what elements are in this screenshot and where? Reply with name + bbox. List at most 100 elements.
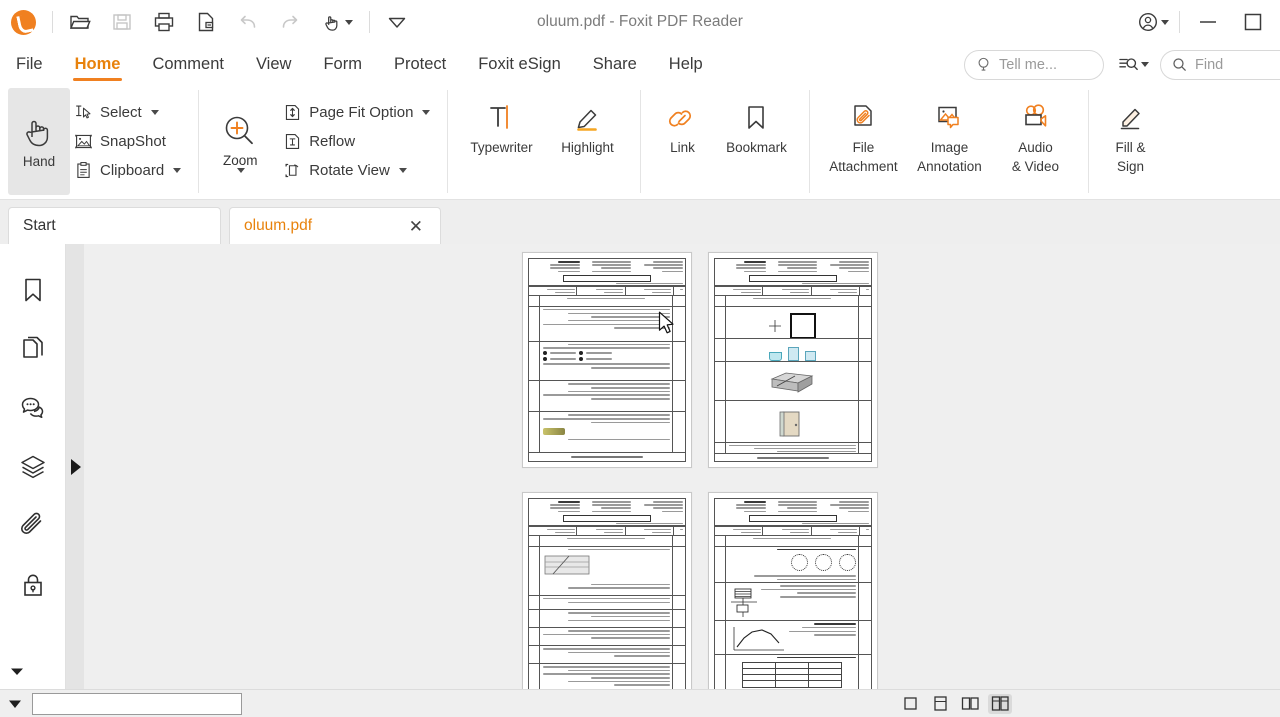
rotate-view-caret-icon bbox=[398, 168, 407, 173]
strata-figure bbox=[544, 555, 589, 574]
cylinder-figure bbox=[787, 346, 799, 361]
search-options-button[interactable] bbox=[1118, 55, 1149, 75]
highlight-button[interactable]: Highlight bbox=[544, 94, 630, 161]
question-row bbox=[715, 337, 871, 361]
pdf-page-1[interactable] bbox=[522, 252, 692, 468]
ribbon-separator-1 bbox=[198, 90, 200, 193]
continuous-layout-button[interactable] bbox=[928, 694, 952, 714]
menu-tab-home[interactable]: Home bbox=[59, 45, 137, 84]
navigation-pane-splitter[interactable] bbox=[66, 244, 84, 689]
account-button[interactable] bbox=[1132, 3, 1173, 41]
chevron-down-icon bbox=[11, 668, 23, 675]
menu-tab-foxit-esign[interactable]: Foxit eSign bbox=[462, 45, 577, 84]
tell-me-search-box[interactable]: Tell me... bbox=[964, 49, 1104, 80]
menu-tab-file[interactable]: File bbox=[0, 45, 59, 84]
file-attachment-button[interactable]: File Attachment bbox=[820, 94, 906, 180]
zoom-button[interactable]: Zoom bbox=[209, 88, 271, 195]
find-input[interactable]: Find bbox=[1160, 49, 1280, 80]
doc-tab-oluum-pdf-label: oluum.pdf bbox=[244, 217, 313, 234]
rotate-view-button[interactable]: Rotate View bbox=[279, 157, 437, 184]
typewriter-button[interactable]: Typewriter bbox=[458, 94, 544, 161]
image-annotation-button[interactable]: Image Annotation bbox=[906, 94, 992, 180]
status-collapse-icon[interactable] bbox=[8, 698, 22, 710]
clipboard-icon bbox=[77, 162, 90, 178]
search-options-icon bbox=[1119, 57, 1138, 70]
customize-toolbar-button[interactable] bbox=[376, 3, 418, 41]
rotate-view-icon bbox=[285, 163, 299, 178]
sidebar-item-security[interactable] bbox=[13, 565, 53, 605]
open-file-button[interactable] bbox=[59, 3, 101, 41]
ribbon-separator-4 bbox=[809, 90, 811, 193]
nav-more-panels-button[interactable] bbox=[6, 661, 28, 681]
sidebar-item-comments[interactable] bbox=[13, 388, 53, 428]
clipboard-button[interactable]: Clipboard bbox=[70, 157, 188, 184]
page-header-strip-2 bbox=[715, 286, 871, 295]
foxit-logo bbox=[0, 9, 46, 35]
pdf-viewer-area[interactable] bbox=[84, 244, 1280, 689]
sidebar-item-layers[interactable] bbox=[13, 447, 53, 487]
menu-tab-protect[interactable]: Protect bbox=[378, 45, 462, 84]
ribbon-group-insert: File Attachment Image Annotation Audio &… bbox=[820, 84, 1078, 199]
select-text-icon bbox=[76, 105, 91, 119]
reflow-button[interactable]: Reflow bbox=[279, 128, 437, 155]
save-file-button[interactable] bbox=[101, 3, 143, 41]
menu-tab-comment[interactable]: Comment bbox=[136, 45, 240, 84]
layers-icon bbox=[20, 455, 45, 479]
find-tools: Find bbox=[1118, 49, 1280, 80]
fill-and-sign-button[interactable]: Fill & Sign bbox=[1099, 94, 1161, 180]
hand-tool-button[interactable]: Hand bbox=[8, 88, 70, 195]
bookmark-button[interactable]: Bookmark bbox=[713, 94, 799, 161]
pdf-page-2[interactable] bbox=[708, 252, 878, 468]
snapshot-button[interactable]: SnapShot bbox=[70, 128, 188, 155]
pdf-page-4[interactable] bbox=[708, 492, 878, 689]
pdf-page-3[interactable] bbox=[522, 492, 692, 689]
ribbon-group-comment: Typewriter Highlight bbox=[458, 84, 630, 199]
table-header-row-1 bbox=[529, 294, 685, 306]
sidebar-item-bookmarks[interactable] bbox=[13, 270, 53, 310]
select-tool-button[interactable]: Select bbox=[70, 99, 188, 126]
reflow-icon bbox=[286, 134, 300, 149]
sidebar-item-pages[interactable] bbox=[13, 329, 53, 369]
reflow-label: Reflow bbox=[309, 133, 356, 150]
two-page-layout-button[interactable] bbox=[958, 694, 982, 714]
menu-tab-form[interactable]: Form bbox=[307, 45, 378, 84]
zoom-label: Zoom bbox=[222, 152, 258, 168]
maximize-button[interactable] bbox=[1230, 3, 1274, 41]
page-number-input[interactable] bbox=[32, 692, 242, 715]
typewriter-label: Typewriter bbox=[470, 140, 533, 155]
single-page-layout-button[interactable] bbox=[898, 694, 922, 714]
menu-tab-share[interactable]: Share bbox=[577, 45, 653, 84]
menu-right-tools: Tell me... Find bbox=[964, 45, 1280, 84]
redo-button[interactable] bbox=[269, 3, 311, 41]
question-row bbox=[529, 545, 685, 595]
snapshot-label: SnapShot bbox=[100, 133, 166, 150]
find-placeholder-text: Find bbox=[1195, 56, 1224, 73]
page-fit-option-button[interactable]: Page Fit Option bbox=[279, 99, 437, 126]
highlighter-icon bbox=[577, 109, 598, 131]
sidebar-item-attachments[interactable] bbox=[13, 506, 53, 546]
page-header-strip-3 bbox=[529, 526, 685, 535]
hand-tool-quick-button[interactable] bbox=[311, 3, 363, 41]
cylinder-figure bbox=[804, 350, 816, 361]
doc-tab-start[interactable]: Start bbox=[8, 207, 221, 244]
undo-button[interactable] bbox=[227, 3, 269, 41]
audio-video-button[interactable]: Audio & Video bbox=[992, 94, 1078, 180]
menu-tab-view[interactable]: View bbox=[240, 45, 307, 84]
two-page-continuous-layout-button[interactable] bbox=[988, 693, 1012, 714]
export-pdf-button[interactable] bbox=[185, 3, 227, 41]
folder-open-icon bbox=[69, 15, 91, 29]
menu-tab-help[interactable]: Help bbox=[653, 45, 719, 84]
atom-diagrams bbox=[790, 552, 856, 573]
question-row bbox=[529, 594, 685, 610]
ribbon-group-links: Link Bookmark bbox=[651, 84, 799, 199]
doc-tab-oluum-pdf[interactable]: oluum.pdf ✕ bbox=[229, 207, 441, 244]
foxit-pdf-reader-window: oluum.pdf - Foxit PDF Reader File Home C… bbox=[0, 0, 1280, 717]
print-button[interactable] bbox=[143, 3, 185, 41]
close-tab-icon[interactable]: ✕ bbox=[406, 216, 426, 237]
image-annotation-icon bbox=[938, 106, 960, 129]
bookmark-label: Bookmark bbox=[726, 140, 787, 155]
expand-pane-arrow-icon[interactable] bbox=[70, 458, 81, 475]
minimize-button[interactable] bbox=[1186, 3, 1230, 41]
link-button[interactable]: Link bbox=[651, 94, 713, 161]
pen-sign-icon bbox=[1121, 108, 1141, 130]
